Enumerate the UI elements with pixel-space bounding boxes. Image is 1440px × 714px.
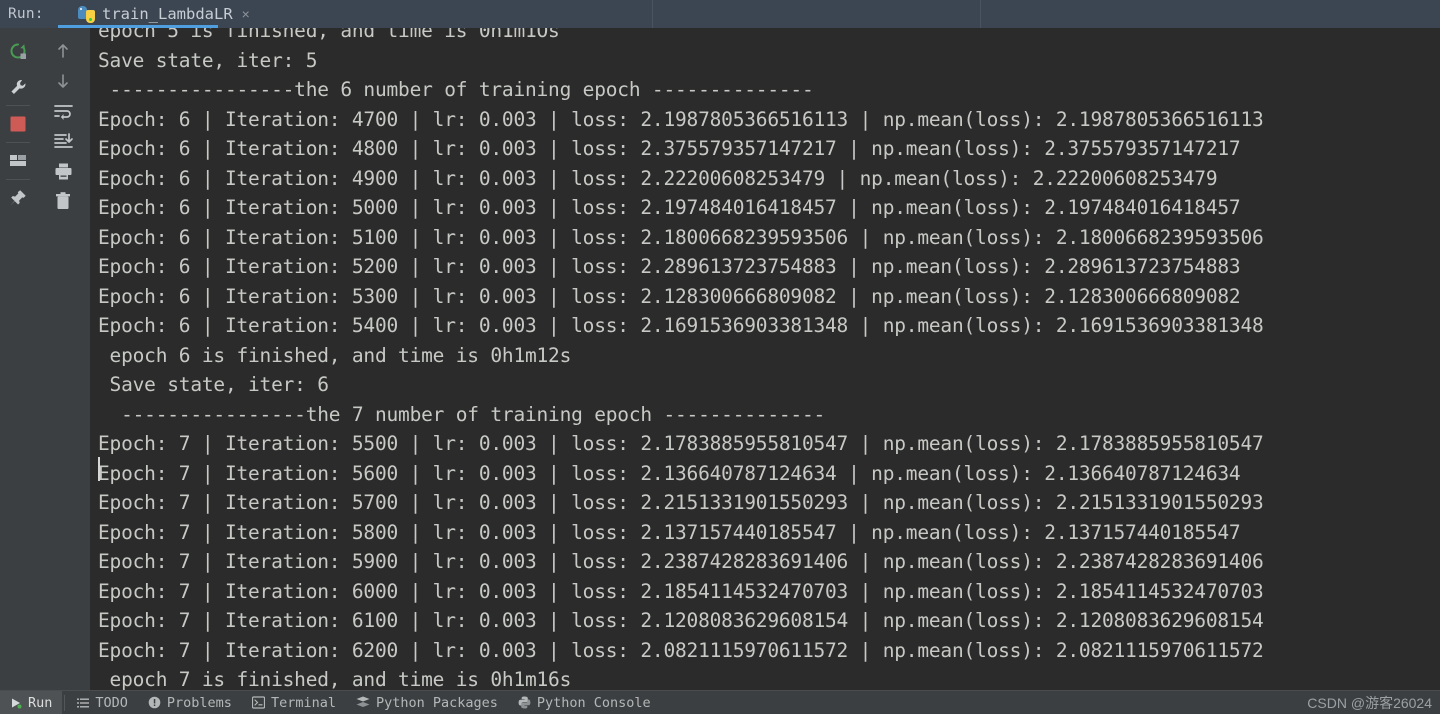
up-stack-button[interactable] — [48, 36, 78, 66]
status-item-python-packages[interactable]: Python Packages — [346, 691, 508, 714]
print-button[interactable] — [48, 156, 78, 186]
run-toolbar-secondary — [36, 28, 90, 690]
status-divider — [64, 694, 66, 711]
python-icon — [78, 5, 95, 23]
console-line: epoch 7 is finished, and time is 0h1m16s — [98, 668, 572, 690]
status-item-label: Problems — [166, 694, 232, 711]
status-item-terminal[interactable]: Terminal — [242, 691, 346, 714]
console-line: Epoch: 7 | Iteration: 5700 | lr: 0.003 |… — [98, 491, 1264, 514]
status-item-label: Python Packages — [375, 694, 498, 711]
stop-icon — [10, 116, 26, 132]
down-stack-button[interactable] — [48, 66, 78, 96]
terminal-icon — [251, 696, 265, 709]
console-line: Save state, iter: 6 — [98, 373, 329, 396]
wrench-icon — [10, 79, 25, 94]
layout-icon — [10, 155, 26, 166]
header-divider-2 — [980, 0, 981, 28]
ide-window: Run: train_LambdaLR × epoch 5 is finishe… — [0, 0, 1440, 714]
python-console-icon — [518, 696, 531, 709]
settings-button[interactable] — [3, 72, 33, 102]
soft-wrap-icon — [53, 104, 73, 120]
console-text-area[interactable]: epoch 5 is finished, and time is 0h1m1Os… — [90, 28, 1440, 690]
console-line: Epoch: 6 | Iteration: 4900 | lr: 0.003 |… — [98, 166, 1218, 190]
console-line: Epoch: 7 | Iteration: 5600 | lr: 0.003 |… — [98, 461, 1241, 485]
run-toolbar-primary — [0, 28, 36, 690]
header-divider-1 — [652, 0, 653, 28]
run-triangle-icon — [10, 697, 22, 709]
todo-list-icon — [77, 697, 90, 709]
console-line: Epoch: 7 | Iteration: 6200 | lr: 0.003 |… — [98, 638, 1264, 662]
status-item-label: TODO — [95, 694, 128, 711]
console-line: Epoch: 7 | Iteration: 5800 | lr: 0.003 |… — [98, 520, 1241, 544]
console-line: Epoch: 6 | Iteration: 5000 | lr: 0.003 |… — [98, 196, 1241, 219]
trash-icon — [56, 192, 70, 209]
toolbar-divider-3 — [6, 179, 30, 180]
toolbar-divider-1 — [6, 105, 30, 106]
console-line: ----------------the 7 number of training… — [98, 402, 826, 426]
status-item-label: Run — [28, 694, 53, 711]
rerun-icon — [10, 43, 26, 59]
text-caret — [98, 457, 100, 481]
console-line: Epoch: 6 | Iteration: 4800 | lr: 0.003 |… — [98, 137, 1241, 160]
pin-button[interactable] — [3, 183, 33, 213]
console-line: ----------------the 6 number of training… — [98, 78, 814, 101]
status-item-label: Python Console — [536, 694, 651, 711]
status-item-problems[interactable]: Problems — [138, 691, 242, 714]
pin-icon — [10, 190, 26, 206]
packages-icon — [356, 696, 370, 709]
problems-icon — [148, 696, 161, 709]
status-item-run[interactable]: Run — [0, 690, 63, 714]
console-line: epoch 5 is finished, and time is 0h1m1Os — [98, 28, 560, 42]
tab-title: train_LambdaLR — [102, 5, 233, 23]
close-icon[interactable]: × — [242, 6, 250, 22]
console-line: Epoch: 6 | Iteration: 5100 | lr: 0.003 |… — [98, 225, 1264, 249]
soft-wrap-button[interactable] — [48, 96, 78, 126]
csdn-watermark: CSDN @游客26024 — [1307, 695, 1432, 711]
status-item-todo[interactable]: TODO — [67, 691, 138, 714]
stop-button[interactable] — [3, 109, 33, 139]
print-icon — [55, 163, 71, 179]
status-item-python-console[interactable]: Python Console — [508, 691, 661, 714]
console-line: Epoch: 7 | Iteration: 6100 | lr: 0.003 |… — [98, 609, 1264, 632]
arrow-down-icon — [58, 74, 68, 88]
console-line: Epoch: 7 | Iteration: 5500 | lr: 0.003 |… — [98, 432, 1264, 455]
console-line: Epoch: 6 | Iteration: 4700 | lr: 0.003 |… — [98, 107, 1264, 131]
console-line: Save state, iter: 5 — [98, 48, 318, 72]
console-line: Epoch: 6 | Iteration: 5300 | lr: 0.003 |… — [98, 284, 1241, 308]
console-output[interactable]: epoch 5 is finished, and time is 0h1m1Os… — [90, 28, 1440, 690]
console-line: Epoch: 7 | Iteration: 5900 | lr: 0.003 |… — [98, 550, 1264, 573]
arrow-up-icon — [58, 44, 68, 58]
layout-button[interactable] — [3, 146, 33, 176]
status-bar: Run TODO Problems Terminal Python Packag… — [0, 690, 1440, 714]
console-line: Epoch: 7 | Iteration: 6000 | lr: 0.003 |… — [98, 579, 1264, 603]
rerun-button[interactable] — [3, 36, 33, 66]
run-tool-window-header: Run: train_LambdaLR × — [0, 0, 1440, 28]
clear-all-button[interactable] — [48, 186, 78, 216]
console-line: epoch 6 is finished, and time is 0h1m12s — [98, 343, 572, 367]
scroll-to-end-button[interactable] — [48, 126, 78, 156]
tab-train-lambdalr[interactable]: train_LambdaLR × — [72, 0, 252, 28]
console-line: Epoch: 6 | Iteration: 5200 | lr: 0.003 |… — [98, 255, 1241, 278]
console-line: Epoch: 6 | Iteration: 5400 | lr: 0.003 |… — [98, 314, 1264, 337]
toolbar-divider-2 — [6, 142, 30, 143]
status-item-label: Terminal — [270, 694, 336, 711]
run-label: Run: — [8, 6, 44, 22]
scroll-to-end-icon — [53, 132, 73, 148]
